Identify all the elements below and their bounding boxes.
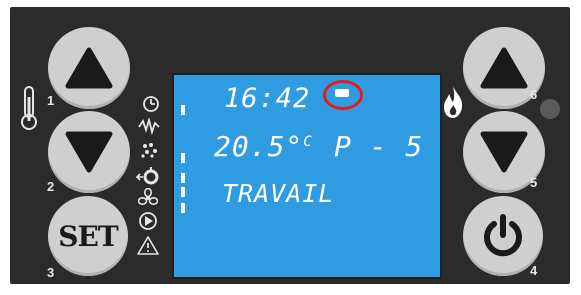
indicator-flow: [181, 173, 185, 183]
warning-icon: [137, 236, 159, 255]
down-button-2[interactable]: [48, 111, 130, 193]
button-1-number: 1: [47, 93, 55, 108]
pump-icon: [139, 212, 157, 230]
lcd-screen: 16:42 20.5°C P - 5 TRAVAIL: [172, 73, 442, 279]
spark-icon: [138, 118, 160, 136]
power-icon: [484, 214, 522, 257]
arrow-up-icon: [480, 47, 528, 89]
control-panel: 1 2 SET 3 16:42 20.5°C P - 5 TRAVAIL 6 5…: [10, 7, 570, 284]
indicator-clock: [181, 105, 185, 115]
temperature-unit: C: [303, 134, 313, 150]
thermometer-icon: [21, 86, 37, 130]
fan-icon: [138, 188, 158, 205]
power-level-display: P - 5: [334, 130, 424, 163]
flow-icon: [136, 167, 159, 185]
indicator-fan: [181, 187, 185, 197]
temperature-display: 20.5°C: [214, 130, 313, 163]
button-6-number: 6: [530, 87, 538, 102]
indicator-ignition: [181, 153, 185, 163]
flame-icon: [444, 86, 463, 118]
clock-icon: [143, 96, 159, 112]
pellet-icon: [141, 143, 157, 158]
button-3-number: 3: [47, 265, 55, 280]
set-button[interactable]: SET: [48, 196, 128, 276]
arrow-up-icon: [65, 47, 113, 89]
set-label: SET: [58, 219, 118, 253]
button-5-number: 5: [530, 175, 538, 190]
time-display: 16:42: [224, 83, 311, 114]
highlight-circle: [323, 80, 363, 110]
status-led: [540, 99, 560, 119]
button-4-number: 4: [530, 263, 538, 278]
temperature-value: 20.5°: [214, 130, 304, 163]
arrow-down-icon: [480, 131, 528, 173]
up-button-1[interactable]: [48, 27, 130, 109]
indicator-pump: [181, 203, 185, 213]
status-text: TRAVAIL: [222, 179, 335, 208]
button-2-number: 2: [47, 179, 55, 194]
arrow-down-icon: [65, 131, 113, 173]
